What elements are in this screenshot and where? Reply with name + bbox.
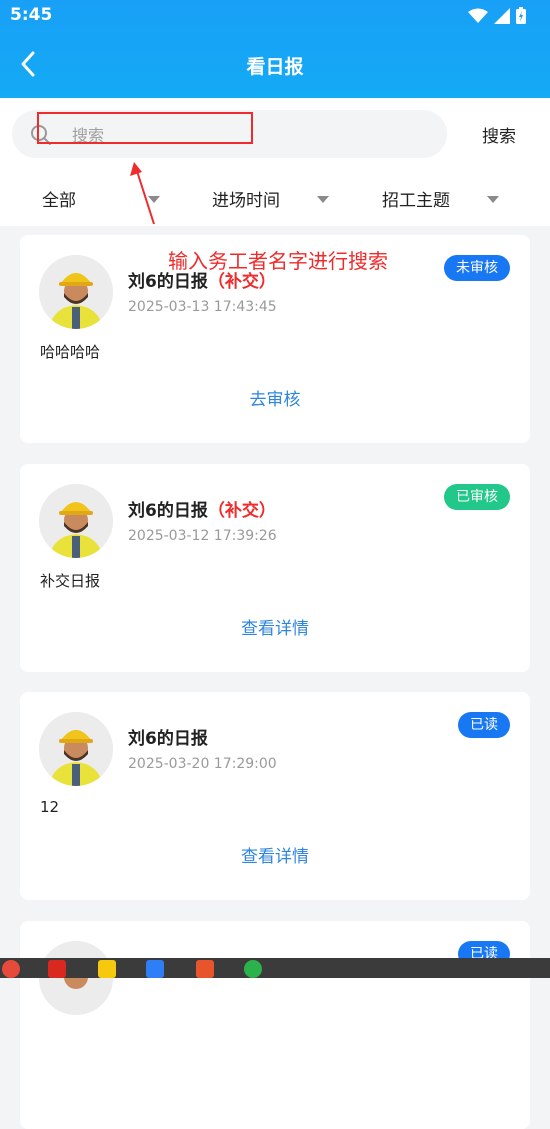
view-details-button[interactable]: 查看详情: [20, 614, 530, 639]
report-card: 刘6的日报 2025-03-20 17:29:00 已读 12 查看详情: [20, 692, 530, 900]
filter-bar: 全部 进场时间 招工主题: [0, 170, 550, 226]
taskbar: [0, 958, 550, 978]
report-time: 2025-03-12 17:39:26: [128, 528, 277, 544]
report-time: 2025-03-13 17:43:45: [128, 299, 277, 315]
page-title: 看日报: [246, 56, 304, 78]
report-content: 哈哈哈哈: [40, 343, 101, 361]
battery-icon: [516, 7, 526, 24]
report-title-text: 刘6的日报: [128, 272, 208, 292]
status-badge: 已审核: [444, 484, 510, 510]
filter-entry-time[interactable]: 进场时间: [212, 186, 329, 211]
chrome-icon[interactable]: [2, 960, 20, 978]
report-card: 已读: [20, 921, 530, 1129]
report-content: 12: [40, 798, 60, 816]
status-badge: 已读: [458, 712, 510, 738]
avatar: [39, 484, 113, 558]
filter-recruit-topic[interactable]: 招工主题: [382, 186, 499, 211]
wechat-icon[interactable]: [244, 960, 262, 978]
annotation-arrow-icon: [130, 162, 155, 225]
avatar: [39, 941, 113, 1015]
report-card: 刘6的日报（补交） 2025-03-12 17:39:26 已审核 补交日报 查…: [20, 464, 530, 672]
annotation-highlight-box: [37, 112, 253, 144]
filter-label: 进场时间: [212, 191, 280, 211]
app-icon-blue[interactable]: [146, 960, 164, 978]
chevron-down-icon: [487, 196, 499, 203]
review-button[interactable]: 去审核: [20, 385, 530, 410]
signal-icon: [494, 7, 510, 24]
view-details-button[interactable]: 查看详情: [20, 842, 530, 867]
report-content: 补交日报: [40, 572, 101, 590]
search-button[interactable]: 搜索: [482, 122, 516, 147]
status-time: 5:45: [10, 5, 53, 25]
status-badge: 未审核: [444, 255, 510, 281]
avatar: [39, 712, 113, 786]
report-time: 2025-03-20 17:29:00: [128, 756, 277, 772]
makeup-tag: （补交）: [207, 272, 276, 292]
wifi-icon: [468, 8, 488, 23]
app-header: 5:45 看日报: [0, 0, 550, 98]
makeup-tag: （补交）: [207, 501, 276, 521]
app-icon-red[interactable]: [48, 960, 66, 978]
status-icons: [468, 7, 526, 24]
report-title: 刘6的日报（补交）: [128, 496, 276, 521]
avatar: [39, 255, 113, 329]
report-title-text: 刘6的日报: [128, 501, 208, 521]
filter-label: 招工主题: [382, 191, 450, 211]
report-title: 刘6的日报: [128, 724, 208, 749]
filter-all[interactable]: 全部: [42, 186, 160, 211]
report-title-text: 刘6的日报: [128, 729, 208, 749]
chevron-down-icon: [317, 196, 329, 203]
annotation-text: 输入务工者名字进行搜索: [168, 249, 388, 273]
filter-label: 全部: [42, 191, 76, 211]
app-icon-yellow[interactable]: [98, 960, 116, 978]
app-icon-orange[interactable]: [196, 960, 214, 978]
